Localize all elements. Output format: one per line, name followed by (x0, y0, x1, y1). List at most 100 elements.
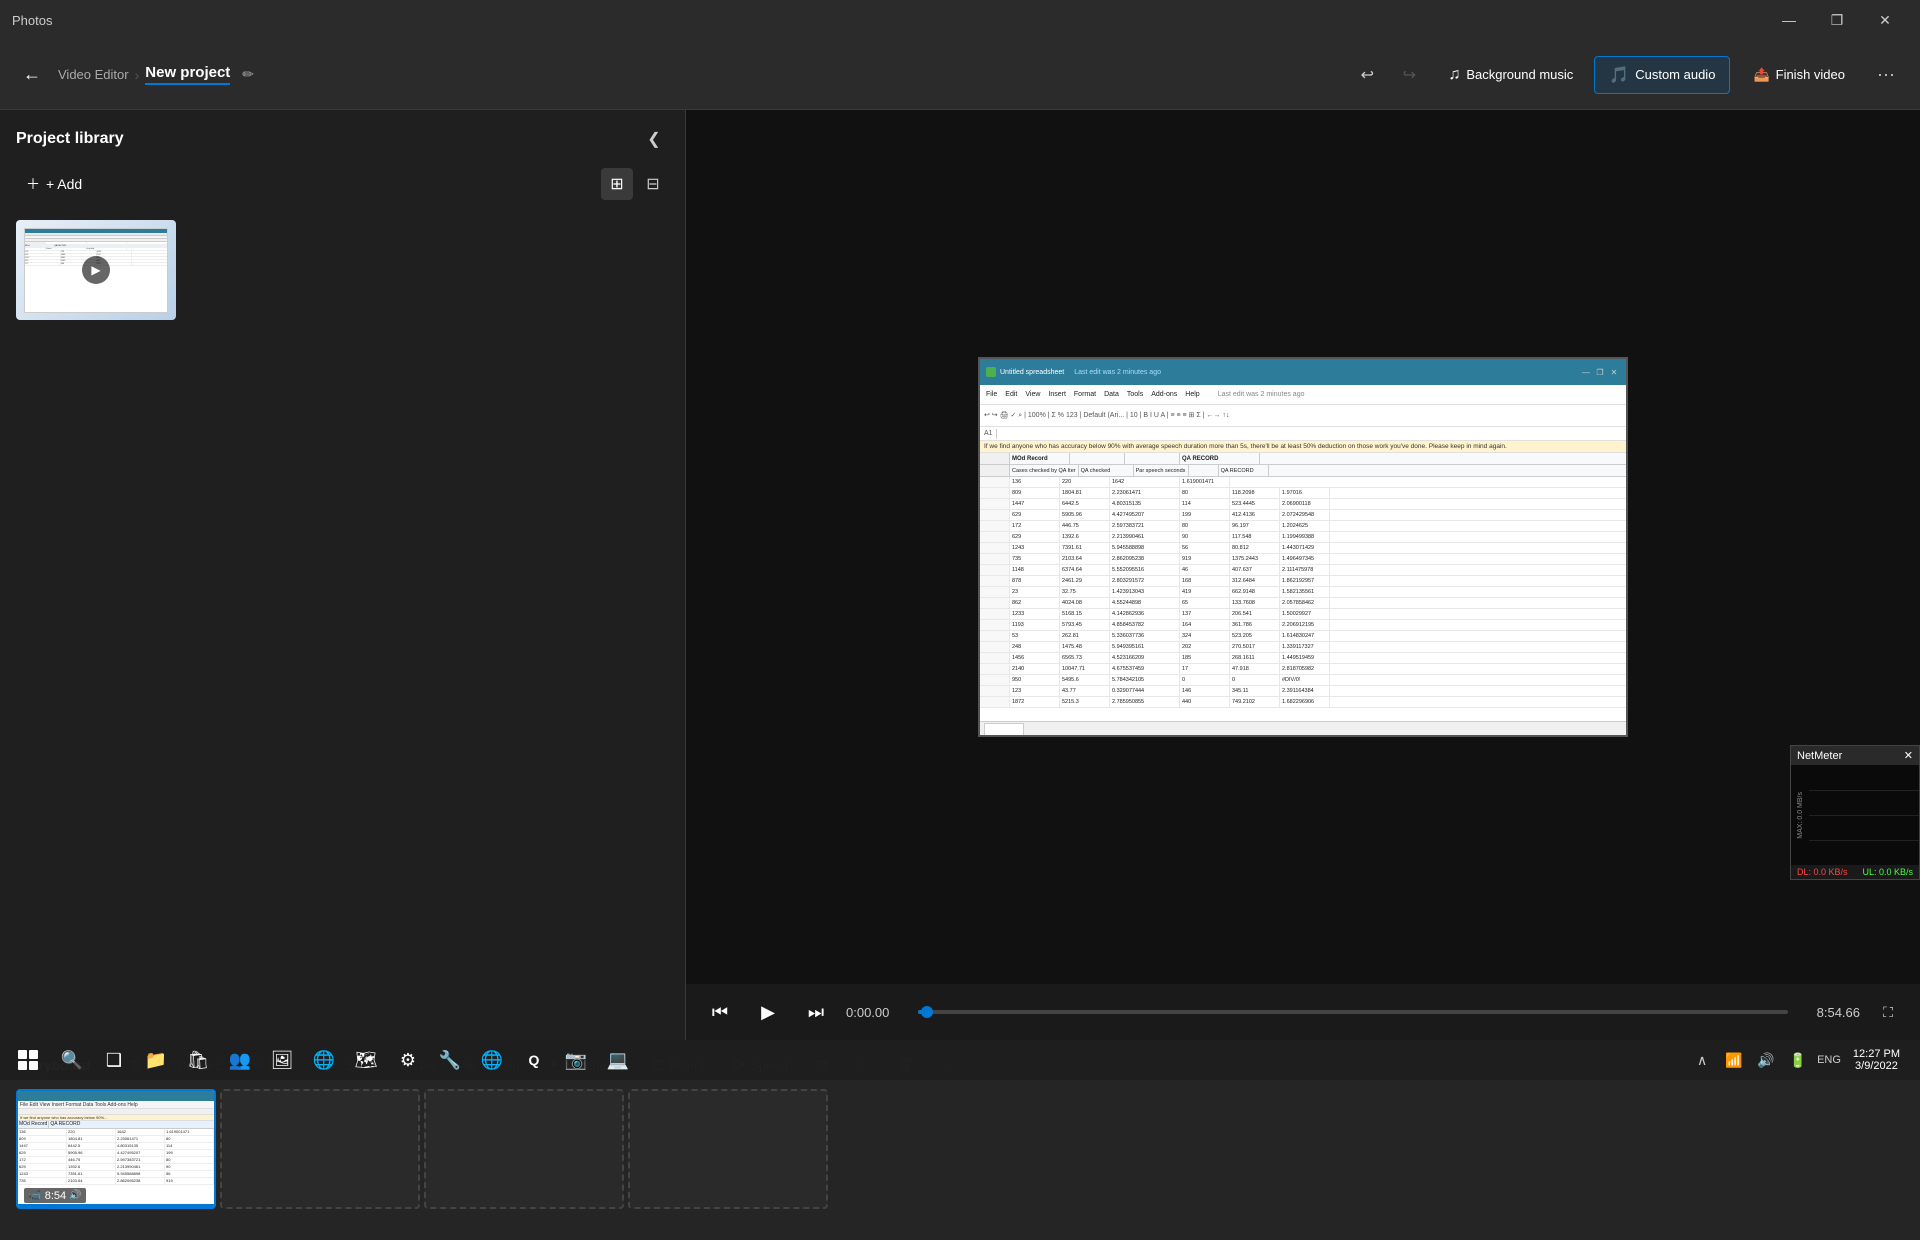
grid-view-button[interactable]: ⊞ (601, 168, 633, 200)
taskbar-store-button[interactable]: 🛍 (178, 1042, 218, 1078)
undo-button[interactable]: ↩ (1349, 57, 1385, 93)
forward-button[interactable]: ⏭ (798, 994, 834, 1030)
collapse-panel-button[interactable]: ❮ (639, 124, 669, 154)
preview-area: Untitled spreadsheet Last edit was 2 min… (686, 110, 1920, 984)
clip-cell: 809 (18, 1136, 67, 1142)
progress-bar-fill (918, 1010, 927, 1014)
taskbar-settings-button[interactable]: ⚙ (388, 1042, 428, 1078)
data-cell: 446.75 (1060, 521, 1110, 531)
table-row: 214010047.714.6755374591747.9182.8187059… (980, 664, 1626, 675)
data-cell: 2.206912195 (1280, 620, 1330, 630)
clip-row: 6295905.964.427495207199 (18, 1150, 214, 1157)
row-number-cell (980, 598, 1010, 608)
data-cell: 4.858453782 (1110, 620, 1180, 630)
qutebrowser-icon: Q (523, 1049, 545, 1071)
clip-cell: 80 (165, 1136, 214, 1142)
maximize-button[interactable]: ❐ (1814, 5, 1860, 35)
taskbar-start-button[interactable] (8, 1042, 48, 1078)
clock-time: 12:27 PM (1853, 1048, 1900, 1060)
taskbar-codeeditor-button[interactable]: 💻 (598, 1042, 638, 1078)
edit-project-name-icon[interactable]: ✏ (242, 66, 254, 83)
clip-cell: 90 (165, 1164, 214, 1170)
play-pause-button[interactable]: ▶ (750, 994, 786, 1030)
clip-video-icon: 📹 (28, 1189, 42, 1202)
finish-video-button[interactable]: 📤 Finish video (1736, 56, 1862, 94)
title-bar: Photos — ❐ ✕ (0, 0, 1920, 40)
taskbar-search-button[interactable]: 🔍 (52, 1042, 92, 1078)
photos-icon: 🖼 (271, 1049, 293, 1071)
fullscreen-button[interactable]: ⛶ (1872, 996, 1904, 1028)
table-row: 6291392.62.21399046190117.5481.199499388 (980, 532, 1626, 543)
progress-bar[interactable] (918, 1010, 1788, 1014)
rewind-button[interactable]: ⏮ (702, 994, 738, 1030)
taskbar-clock[interactable]: 12:27 PM 3/9/2022 (1845, 1048, 1908, 1072)
custom-audio-button[interactable]: 🎵 Custom audio (1594, 56, 1730, 94)
row-number-cell (980, 631, 1010, 641)
taskbar: 🔍 ❑ 📁 🛍 👥 🖼 🌐 🗺 ⚙ 🔧 🌐 (0, 1040, 1920, 1080)
data-cell: 0 (1180, 675, 1230, 685)
sub-headers-row: Cases checked by QA Iter QA checked Par … (980, 465, 1626, 477)
data-cell: 1.449519459 (1280, 653, 1330, 663)
menu-format: Format (1074, 391, 1096, 398)
netmeter-footer: DL: 0.0 KB/s UL: 0.0 KB/s (1791, 865, 1919, 879)
data-cell: 5.949395161 (1110, 642, 1180, 652)
storyboard-clip[interactable]: File Edit View Insert Format Data Tools … (16, 1089, 216, 1209)
netmeter-close-icon[interactable]: ✕ (1904, 749, 1913, 762)
row-number-cell (980, 664, 1010, 674)
taskbar-photos-button[interactable]: 🖼 (262, 1042, 302, 1078)
minimize-button[interactable]: — (1766, 5, 1812, 35)
chrome-close-icon: ✕ (1608, 366, 1620, 378)
data-cell: 5.784342105 (1110, 675, 1180, 685)
close-button[interactable]: ✕ (1862, 5, 1908, 35)
data-cell: 440 (1180, 697, 1230, 707)
taskbar-dev-button[interactable]: 🔧 (430, 1042, 470, 1078)
data-cell: 96.197 (1230, 521, 1280, 531)
row-number-cell (980, 686, 1010, 696)
data-cell: 862 (1010, 598, 1060, 608)
data-cell: 1.50029927 (1280, 609, 1330, 619)
taskbar-maps-button[interactable]: 🗺 (346, 1042, 386, 1078)
table-row: 14566565.734.523166209185268.16111.44951… (980, 653, 1626, 664)
row-number-cell (980, 510, 1010, 520)
taskbar-qutebrowser-button[interactable]: Q (514, 1042, 554, 1078)
battery-icon[interactable]: 🔋 (1783, 1042, 1813, 1078)
table-row: 11935793.454.858453782164361.7862.206912… (980, 620, 1626, 631)
background-music-button[interactable]: ♫ Background music (1433, 56, 1588, 94)
table-row: 8091804.812.2306147180118.20981.97016 (980, 488, 1626, 499)
header-toolbar: ← Video Editor › New project ✏ ↩ ↪ ♫ Bac… (0, 40, 1920, 110)
taskbar-items: 🔍 ❑ 📁 🛍 👥 🖼 🌐 🗺 ⚙ 🔧 🌐 (48, 1042, 1687, 1078)
media-item[interactable]: MOdQA RECORD Caseschecked 1362201642 809… (16, 220, 176, 320)
network-icon[interactable]: 📶 (1719, 1042, 1749, 1078)
data-cell: 2.072429548 (1280, 510, 1330, 520)
col-header-2 (1070, 453, 1125, 464)
more-options-button[interactable]: ··· (1868, 57, 1904, 93)
clock-date: 3/9/2022 (1853, 1060, 1900, 1072)
clip-cell: 4.427495207 (116, 1150, 165, 1156)
taskbar-browser-button[interactable]: 🌐 (472, 1042, 512, 1078)
redo-button[interactable]: ↪ (1391, 57, 1427, 93)
data-cell: 248 (1010, 642, 1060, 652)
taskbar-camera-button[interactable]: 📷 (556, 1042, 596, 1078)
data-cell: 412.4136 (1230, 510, 1280, 520)
taskbar-teams-button[interactable]: 👥 (220, 1042, 260, 1078)
taskbar-explorer-button[interactable]: 📁 (136, 1042, 176, 1078)
back-button[interactable]: ← (16, 59, 48, 91)
background-music-label: Background music (1466, 67, 1573, 82)
clip-cell: 629 (18, 1150, 67, 1156)
data-cell: 80 (1180, 488, 1230, 498)
data-cell: 629 (1010, 510, 1060, 520)
data-cell: 2.213990461 (1110, 532, 1180, 542)
taskbar-taskview-button[interactable]: ❑ (94, 1042, 134, 1078)
list-view-button[interactable]: ⊟ (637, 168, 669, 200)
data-cell: 4.80315135 (1110, 499, 1180, 509)
taskbar-edge-button[interactable]: 🌐 (304, 1042, 344, 1078)
spreadsheet-menu-bar: File Edit View Insert Format Data Tools … (980, 385, 1626, 405)
volume-icon[interactable]: 🔊 (1751, 1042, 1781, 1078)
sheet1-tab[interactable]: Sheet1 (984, 723, 1024, 735)
data-cell: 2103.64 (1060, 554, 1110, 564)
add-media-button[interactable]: ＋ + Add (16, 168, 92, 200)
column-headers-row: MOd Record QA RECORD (980, 453, 1626, 465)
chevron-up-tray-icon[interactable]: ∧ (1687, 1042, 1717, 1078)
formula-bar: A1 (980, 427, 1626, 441)
play-overlay-icon: ▶ (82, 256, 110, 284)
